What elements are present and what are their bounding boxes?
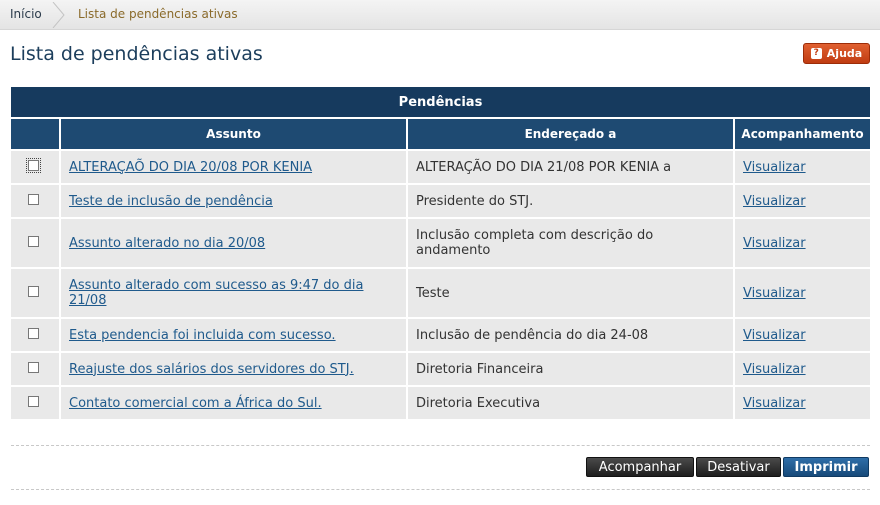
table-row: Teste de inclusão de pendência President… bbox=[11, 185, 870, 219]
table-row: Assunto alterado com sucesso as 9:47 do … bbox=[11, 269, 870, 319]
pending-items-table: Pendências Assunto Endereçado a Acompanh… bbox=[11, 87, 870, 421]
subject-cell: Assunto alterado no dia 20/08 bbox=[61, 219, 408, 269]
row-checkbox[interactable] bbox=[27, 327, 39, 339]
subject-link[interactable]: Assunto alterado no dia 20/08 bbox=[69, 236, 265, 251]
view-link[interactable]: Visualizar bbox=[743, 328, 806, 343]
subject-cell: Esta pendencia foi incluida com sucesso. bbox=[61, 319, 408, 353]
addressee-cell: Presidente do STJ. bbox=[408, 185, 735, 219]
subject-cell: Contato comercial com a África do Sul. bbox=[61, 387, 408, 421]
divider-top bbox=[11, 445, 870, 446]
addressee-cell: Diretoria Executiva bbox=[408, 387, 735, 421]
followup-cell: Visualizar bbox=[735, 319, 870, 353]
breadcrumb-current: Lista de pendências ativas bbox=[78, 7, 238, 21]
subject-link[interactable]: ALTERAÇAÕ DO DIA 20/08 POR KENIA bbox=[69, 160, 312, 175]
followup-cell: Visualizar bbox=[735, 151, 870, 185]
follow-button[interactable]: Acompanhar bbox=[586, 457, 694, 477]
table-caption-row: Pendências bbox=[11, 87, 870, 119]
help-button-label: Ajuda bbox=[826, 47, 863, 60]
table-row: Reajuste dos salários dos servidores do … bbox=[11, 353, 870, 387]
table-caption: Pendências bbox=[11, 87, 870, 119]
followup-cell: Visualizar bbox=[735, 387, 870, 421]
breadcrumb: Início Lista de pendências ativas bbox=[0, 0, 880, 30]
addressee-cell: ALTERAÇÃO DO DIA 21/08 POR KENIA a bbox=[408, 151, 735, 185]
help-button[interactable]: ? Ajuda bbox=[803, 43, 870, 64]
table-row: Esta pendencia foi incluida com sucesso.… bbox=[11, 319, 870, 353]
subject-link[interactable]: Esta pendencia foi incluida com sucesso. bbox=[69, 328, 336, 343]
row-checkbox[interactable] bbox=[27, 235, 39, 247]
table-row: Contato comercial com a África do Sul. D… bbox=[11, 387, 870, 421]
column-header-addressee: Endereçado a bbox=[408, 119, 735, 151]
row-checkbox[interactable] bbox=[27, 285, 39, 297]
view-link[interactable]: Visualizar bbox=[743, 396, 806, 411]
subject-cell: ALTERAÇAÕ DO DIA 20/08 POR KENIA bbox=[61, 151, 408, 185]
row-checkbox[interactable] bbox=[27, 361, 39, 373]
page-title: Lista de pendências ativas bbox=[10, 43, 263, 65]
select-cell bbox=[11, 269, 61, 319]
select-column-header bbox=[11, 119, 61, 151]
select-cell bbox=[11, 185, 61, 219]
select-cell bbox=[11, 387, 61, 421]
table-header-row: Assunto Endereçado a Acompanhamento bbox=[11, 119, 870, 151]
print-button[interactable]: Imprimir bbox=[783, 457, 869, 477]
subject-link[interactable]: Assunto alterado com sucesso as 9:47 do … bbox=[69, 278, 363, 308]
column-header-subject: Assunto bbox=[61, 119, 408, 151]
subject-link[interactable]: Contato comercial com a África do Sul. bbox=[69, 396, 322, 411]
divider-bottom bbox=[11, 489, 870, 490]
row-checkbox[interactable] bbox=[27, 395, 39, 407]
subject-link[interactable]: Teste de inclusão de pendência bbox=[69, 194, 273, 209]
view-link[interactable]: Visualizar bbox=[743, 236, 806, 251]
action-bar: Acompanhar Desativar Imprimir bbox=[586, 457, 869, 477]
deactivate-button[interactable]: Desativar bbox=[696, 457, 781, 477]
addressee-cell: Inclusão completa com descrição do andam… bbox=[408, 219, 735, 269]
column-header-followup: Acompanhamento bbox=[735, 119, 870, 151]
addressee-cell: Teste bbox=[408, 269, 735, 319]
view-link[interactable]: Visualizar bbox=[743, 160, 806, 175]
row-checkbox[interactable] bbox=[25, 157, 41, 173]
subject-cell: Assunto alterado com sucesso as 9:47 do … bbox=[61, 269, 408, 319]
subject-cell: Teste de inclusão de pendência bbox=[61, 185, 408, 219]
followup-cell: Visualizar bbox=[735, 219, 870, 269]
followup-cell: Visualizar bbox=[735, 353, 870, 387]
table-row: Assunto alterado no dia 20/08 Inclusão c… bbox=[11, 219, 870, 269]
table-row: ALTERAÇAÕ DO DIA 20/08 POR KENIA ALTERAÇ… bbox=[11, 151, 870, 185]
subject-cell: Reajuste dos salários dos servidores do … bbox=[61, 353, 408, 387]
subject-link[interactable]: Reajuste dos salários dos servidores do … bbox=[69, 362, 354, 377]
question-mark-icon: ? bbox=[810, 48, 822, 59]
view-link[interactable]: Visualizar bbox=[743, 286, 806, 301]
followup-cell: Visualizar bbox=[735, 185, 870, 219]
breadcrumb-home-link[interactable]: Início bbox=[10, 7, 42, 21]
select-cell bbox=[11, 319, 61, 353]
addressee-cell: Inclusão de pendência do dia 24-08 bbox=[408, 319, 735, 353]
select-cell bbox=[11, 219, 61, 269]
addressee-cell: Diretoria Financeira bbox=[408, 353, 735, 387]
followup-cell: Visualizar bbox=[735, 269, 870, 319]
select-cell bbox=[11, 353, 61, 387]
breadcrumb-separator-icon bbox=[52, 2, 66, 28]
select-cell bbox=[11, 151, 61, 185]
view-link[interactable]: Visualizar bbox=[743, 362, 806, 377]
view-link[interactable]: Visualizar bbox=[743, 194, 806, 209]
row-checkbox[interactable] bbox=[27, 193, 39, 205]
